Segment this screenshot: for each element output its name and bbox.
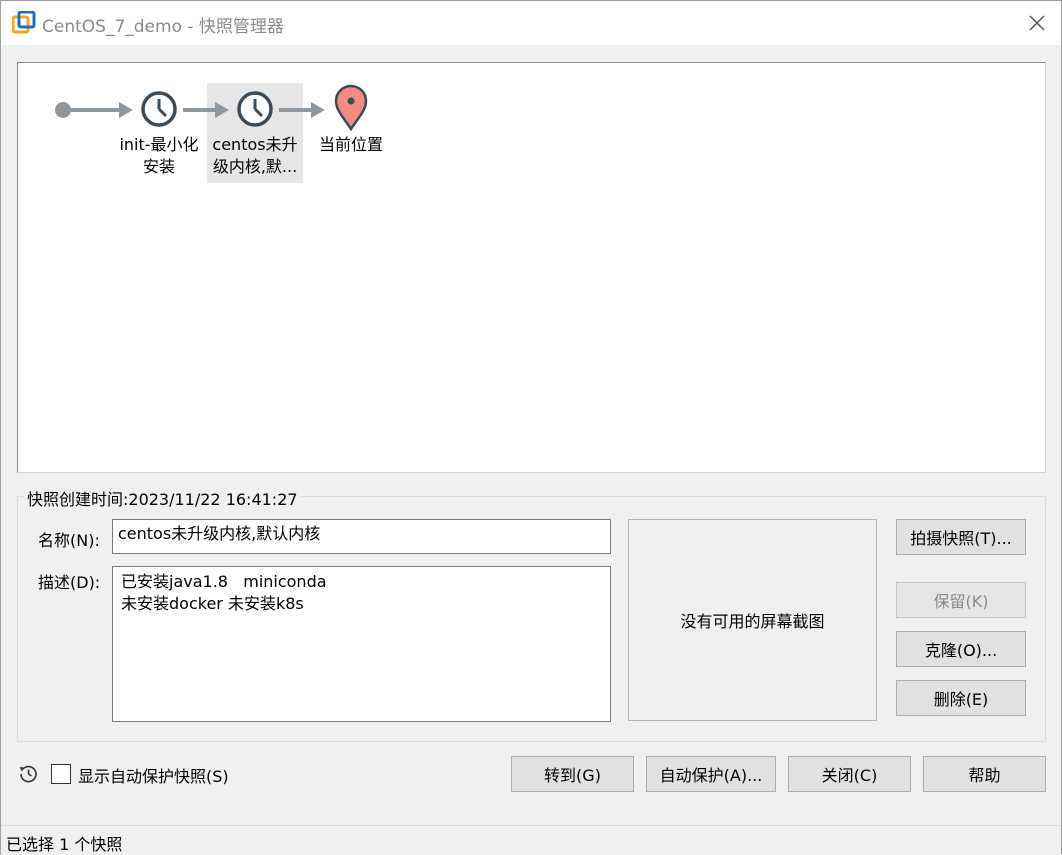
window-title: CentOS_7_demo - 快照管理器: [42, 17, 284, 37]
root-dot: [55, 102, 71, 118]
snapshot-manager-window: CentOS_7_demo - 快照管理器 init-最小化 安装 centos…: [0, 0, 1062, 855]
screenshot-preview: 没有可用的屏幕截图: [628, 519, 877, 721]
snapshot-node-label[interactable]: init-最小化 安装: [114, 134, 204, 178]
autoprotect-button[interactable]: 自动保护(A)...: [646, 756, 776, 792]
help-button[interactable]: 帮助: [923, 756, 1046, 792]
current-position-label[interactable]: 当前位置: [311, 134, 391, 156]
take-snapshot-button[interactable]: 拍摄快照(T)...: [896, 519, 1026, 555]
no-screenshot-text: 没有可用的屏幕截图: [680, 612, 825, 631]
snapshot-created-time: 快照创建时间:2023/11/22 16:41:27: [24, 486, 301, 510]
snapshot-tree-graph: [55, 84, 368, 132]
show-autoprotect-label[interactable]: 显示自动保护快照(S): [78, 763, 229, 787]
delete-button[interactable]: 删除(E): [896, 680, 1026, 716]
clock-icon[interactable]: [237, 91, 273, 127]
title-bar: CentOS_7_demo - 快照管理器: [1, 1, 1061, 45]
clone-button[interactable]: 克隆(O)...: [896, 631, 1026, 667]
keep-button[interactable]: 保留(K): [896, 582, 1026, 618]
show-autoprotect-checkbox[interactable]: [51, 764, 71, 784]
history-icon: [19, 765, 37, 783]
name-label: 名称(N):: [38, 531, 100, 550]
description-label: 描述(D):: [38, 573, 101, 592]
status-text: 已选择 1 个快照: [6, 835, 123, 854]
clock-icon[interactable]: [141, 91, 177, 127]
close-icon[interactable]: [1027, 13, 1047, 33]
name-field[interactable]: centos未升级内核,默认内核: [112, 519, 611, 554]
app-icon: [12, 11, 36, 34]
description-field[interactable]: 已安装java1.8 miniconda 未安装docker 未安装k8s: [112, 566, 611, 722]
close-button[interactable]: 关闭(C): [788, 756, 911, 792]
snapshot-tree-panel[interactable]: init-最小化 安装 centos未升 级内核,默... 当前位置: [17, 62, 1046, 473]
goto-button[interactable]: 转到(G): [511, 756, 634, 792]
snapshot-node-label[interactable]: centos未升 级内核,默...: [207, 134, 303, 178]
status-bar: 已选择 1 个快照: [1, 825, 1061, 855]
location-pin-icon[interactable]: [334, 84, 368, 132]
